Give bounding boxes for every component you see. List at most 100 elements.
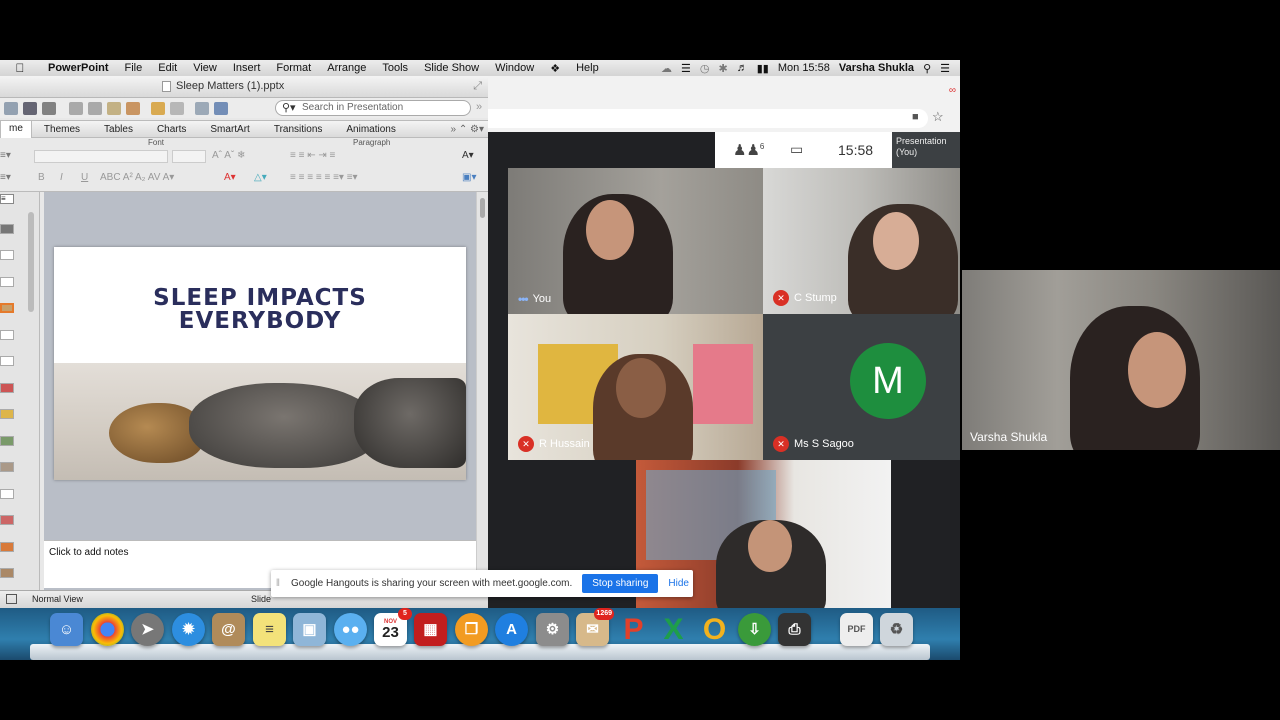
- participant-tile[interactable]: M ✕ Ms S Sagoo: [763, 314, 960, 460]
- photo-booth-icon[interactable]: ▦: [414, 613, 447, 646]
- print-icon[interactable]: [42, 101, 56, 115]
- address-bar[interactable]: [488, 109, 928, 128]
- menu-help[interactable]: Help: [568, 62, 607, 74]
- list-buttons[interactable]: ≡ ≡ ⇤ ⇥ ≡: [290, 150, 335, 161]
- stop-sharing-button[interactable]: Stop sharing: [582, 574, 659, 593]
- slide-canvas[interactable]: SLEEP IMPACTS EVERYBODY: [54, 247, 466, 480]
- tab-tables[interactable]: Tables: [92, 124, 145, 135]
- bluetooth-icon[interactable]: ✱: [719, 62, 728, 75]
- undo-icon[interactable]: [151, 101, 165, 115]
- format-painter-icon[interactable]: [126, 101, 140, 115]
- slide-thumb[interactable]: [0, 515, 14, 525]
- slide-thumb[interactable]: [0, 462, 14, 472]
- menu-file[interactable]: File: [117, 62, 151, 74]
- cut-icon[interactable]: [69, 101, 83, 115]
- camera-icon[interactable]: ■: [912, 111, 919, 123]
- time-machine-icon[interactable]: ◷: [700, 62, 710, 75]
- sleeping-dogs-photo[interactable]: [54, 363, 466, 480]
- participant-tile[interactable]: ••• You: [508, 168, 763, 314]
- slide-thumb[interactable]: [0, 568, 14, 578]
- font-size-buttons[interactable]: Aˆ Aˇ ❄: [212, 150, 245, 161]
- chrome-icon[interactable]: [91, 613, 124, 646]
- layout-button[interactable]: ≡▾: [0, 150, 11, 161]
- ribbon-overflow-icon[interactable]: » ⌃ ⚙▾: [451, 124, 488, 135]
- menu-edit[interactable]: Edit: [150, 62, 185, 74]
- tab-transitions[interactable]: Transitions: [262, 124, 335, 135]
- participant-tile[interactable]: ✕ R Hussain: [508, 314, 763, 460]
- slide-scrollbar[interactable]: ▲▼: [476, 192, 488, 612]
- wifi-icon[interactable]: ☰: [681, 62, 691, 75]
- menubar-clock[interactable]: Mon 15:58: [778, 62, 830, 74]
- slide-thumb[interactable]: [0, 224, 14, 234]
- menu-view[interactable]: View: [185, 62, 225, 74]
- font-name-field[interactable]: [34, 150, 168, 163]
- slide-thumb[interactable]: [0, 330, 14, 340]
- slide-thumbnails[interactable]: ≡: [0, 192, 40, 590]
- menu-insert[interactable]: Insert: [225, 62, 269, 74]
- bold-button[interactable]: B: [38, 172, 45, 183]
- scroll-thumb[interactable]: [480, 198, 485, 218]
- menu-format[interactable]: Format: [268, 62, 319, 74]
- hide-button[interactable]: Hide: [668, 578, 689, 589]
- messages-icon[interactable]: ●●: [334, 613, 367, 646]
- menu-app-name[interactable]: PowerPoint: [40, 62, 117, 74]
- apple-icon[interactable]: : [0, 61, 40, 75]
- battery-icon[interactable]: ▮▮: [757, 62, 769, 75]
- trash-icon[interactable]: ♻: [880, 613, 913, 646]
- outlook-icon[interactable]: O: [698, 613, 731, 646]
- slide-title[interactable]: SLEEP IMPACTS EVERYBODY: [54, 287, 466, 333]
- new-icon[interactable]: [4, 101, 18, 115]
- highlight-button[interactable]: △▾: [254, 172, 267, 183]
- slide-thumb[interactable]: [0, 409, 14, 419]
- chat-icon[interactable]: ▭: [790, 141, 803, 158]
- paste-icon[interactable]: [107, 101, 121, 115]
- copy-icon[interactable]: [88, 101, 102, 115]
- browser-extension-icon[interactable]: ∞: [949, 85, 956, 96]
- finder-icon[interactable]: ☺: [50, 613, 83, 646]
- gallery-icon[interactable]: [214, 101, 228, 115]
- resize-icon[interactable]: ⤢: [473, 80, 482, 93]
- pdf-document-icon[interactable]: PDF: [840, 613, 873, 646]
- app-store-icon[interactable]: A: [495, 613, 528, 646]
- participants-icon[interactable]: ♟♟6: [733, 141, 764, 159]
- calendar-icon[interactable]: NOV 23 5: [374, 608, 412, 646]
- tab-charts[interactable]: Charts: [145, 124, 198, 135]
- italic-button[interactable]: I: [60, 172, 63, 183]
- section-button[interactable]: ≡▾: [0, 172, 11, 183]
- text-box-button[interactable]: A▾: [462, 150, 474, 161]
- underline-button[interactable]: U: [81, 172, 88, 183]
- notification-center-icon[interactable]: ☰: [940, 62, 950, 75]
- slide-thumb[interactable]: [0, 250, 14, 260]
- bookmark-star-icon[interactable]: ☆: [932, 109, 944, 125]
- presentation-tile[interactable]: Presentation (You): [892, 132, 960, 168]
- self-view-tile[interactable]: Varsha Shukla: [962, 270, 1280, 450]
- slide-thumb[interactable]: [0, 436, 14, 446]
- menu-window[interactable]: Window: [487, 62, 542, 74]
- slide-thumb[interactable]: [0, 489, 14, 499]
- script-menu-icon[interactable]: ❖: [542, 62, 568, 75]
- ibooks-icon[interactable]: ❐: [455, 613, 488, 646]
- slide-thumb[interactable]: [0, 277, 14, 287]
- menu-slide-show[interactable]: Slide Show: [416, 62, 487, 74]
- slide-thumb-selected[interactable]: [0, 303, 14, 313]
- spotlight-icon[interactable]: ⚲: [923, 62, 931, 75]
- system-preferences-icon[interactable]: ⚙: [536, 613, 569, 646]
- font-color-button[interactable]: A▾: [224, 172, 236, 183]
- safari-icon[interactable]: ✹: [172, 613, 205, 646]
- excel-icon[interactable]: X: [657, 613, 690, 646]
- align-buttons[interactable]: ≡ ≡ ≡ ≡ ≡ ≡▾ ≡▾: [290, 172, 358, 183]
- save-icon[interactable]: [23, 101, 37, 115]
- slide-icon[interactable]: [195, 101, 209, 115]
- normal-view-icon[interactable]: [6, 594, 17, 604]
- slide-thumb[interactable]: [0, 356, 14, 366]
- participant-tile[interactable]: ✕ C Stump: [763, 168, 960, 314]
- tab-animations[interactable]: Animations: [334, 124, 407, 135]
- slide-thumb[interactable]: [0, 383, 14, 393]
- powerpoint-icon[interactable]: P: [617, 613, 650, 646]
- font-effect-buttons[interactable]: ABC A² A₂ AV A▾: [100, 172, 174, 183]
- search-input[interactable]: ⚲▾ Search in Presentation: [275, 100, 471, 116]
- redo-icon[interactable]: [170, 101, 184, 115]
- downloads-globe-icon[interactable]: ⇩: [738, 613, 771, 646]
- drag-handle-icon[interactable]: ‖: [271, 578, 285, 589]
- preview-icon[interactable]: ▣: [293, 613, 326, 646]
